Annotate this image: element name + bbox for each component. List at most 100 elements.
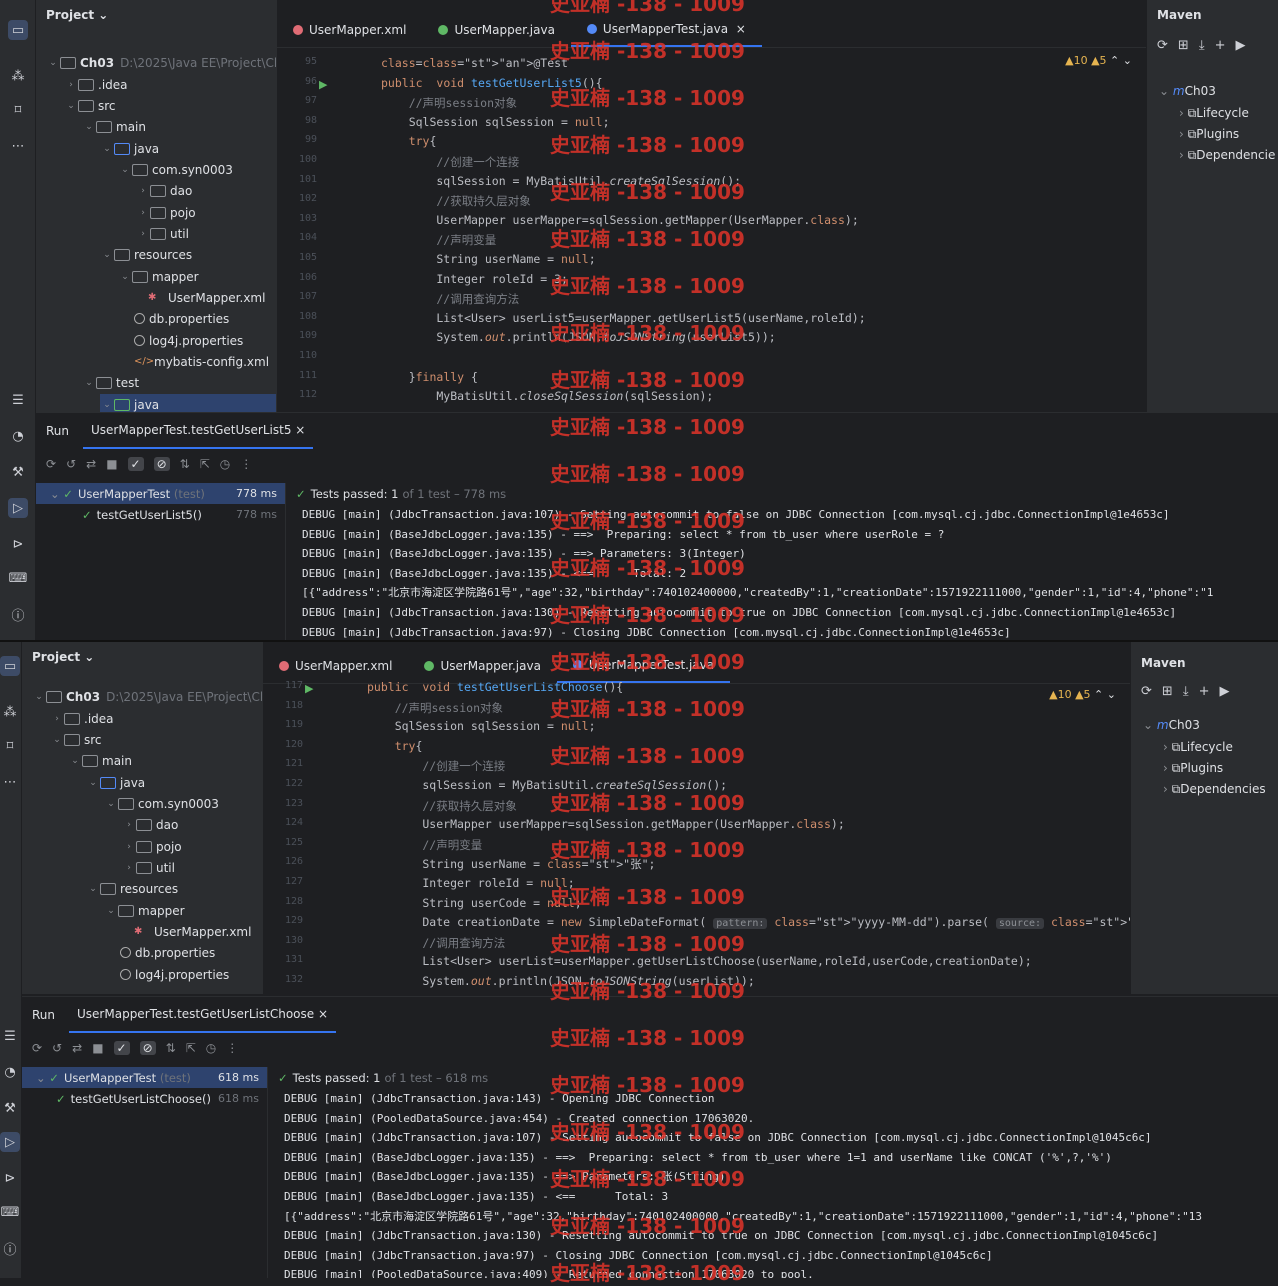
toggle-auto-test-icon[interactable]: ⇄: [72, 1041, 82, 1055]
tree-item-src[interactable]: ⌄ src: [64, 95, 115, 116]
download-icon[interactable]: ⤓: [1183, 684, 1189, 699]
tree-item-resources[interactable]: ⌄ resources: [86, 878, 178, 899]
test-suite-row[interactable]: ⌄ ✓ UserMapperTest (test) 618 ms: [22, 1067, 267, 1088]
maven-project-ch03[interactable]: ⌄ mCh03: [1143, 718, 1200, 732]
maven-dependencies[interactable]: › ⧉Dependencie: [1179, 148, 1275, 163]
tree-item-usermapper-xml[interactable]: ✱ UserMapper.xml: [134, 921, 251, 942]
folder-icon[interactable]: ▭: [8, 20, 28, 40]
tree-item-mybatis-config[interactable]: </> mybatis-config.xml: [134, 351, 269, 372]
code-line[interactable]: class=class="st">"an">@Test: [381, 56, 568, 70]
code-line[interactable]: List<User> userList=userMapper.getUserLi…: [367, 954, 1031, 968]
tree-item-test[interactable]: ⌄ test: [82, 372, 139, 393]
profiler-icon[interactable]: ◔: [0, 1062, 20, 1082]
code-line[interactable]: SqlSession sqlSession = null;: [367, 719, 596, 733]
tree-item-usermapper-xml[interactable]: ✱ UserMapper.xml: [148, 287, 265, 308]
collapse-icon[interactable]: ⇱: [200, 457, 210, 471]
code-line[interactable]: //声明变量: [367, 837, 482, 853]
code-line[interactable]: //声明session对象: [381, 95, 517, 111]
maven-lifecycle[interactable]: › ⧉Lifecycle: [1163, 740, 1233, 755]
show-passed-icon[interactable]: ✓: [127, 457, 144, 471]
stop-icon[interactable]: ■: [106, 457, 117, 471]
code-line[interactable]: String userCode = null;: [367, 896, 581, 910]
tree-item-idea[interactable]: › .idea: [64, 74, 127, 95]
tree-item-idea[interactable]: › .idea: [50, 708, 113, 729]
tree-item-mapper[interactable]: ⌄ mapper: [104, 900, 184, 921]
maven-lifecycle[interactable]: › ⧉Lifecycle: [1179, 106, 1249, 121]
code-line[interactable]: Integer roleId = null;: [367, 876, 574, 890]
tree-item-ch03[interactable]: ⌄ Ch03 D:\2025\Java EE\Project\Ch: [46, 52, 276, 73]
code-line[interactable]: String userName = null;: [381, 252, 595, 266]
terminal-icon[interactable]: ⌨: [0, 1202, 20, 1222]
more-icon[interactable]: ⋯: [8, 136, 28, 156]
show-passed-icon[interactable]: ✓: [113, 1041, 130, 1055]
tree-item-java[interactable]: ⌄ java: [86, 772, 145, 793]
run-icon[interactable]: ▶: [1235, 38, 1245, 53]
maven-dependencies[interactable]: › ⧉Dependencies: [1163, 782, 1266, 797]
tree-item-package[interactable]: ⌄ com.syn0003: [118, 159, 233, 180]
test-suite-row[interactable]: ⌄ ✓ UserMapperTest (test) 778 ms: [36, 483, 285, 504]
build-icon[interactable]: ⚒: [0, 1098, 20, 1118]
inspection-widget[interactable]: ▲10 ▲5 ⌃ ⌄: [1065, 54, 1132, 67]
rerun-failed-icon[interactable]: ↺: [52, 1041, 62, 1055]
tree-item-package[interactable]: ⌄ com.syn0003: [104, 793, 219, 814]
more-icon[interactable]: ⋯: [0, 772, 20, 792]
code-line[interactable]: //调用查询方法: [381, 291, 519, 307]
generate-icon[interactable]: ⊞: [1162, 684, 1173, 699]
more-icon[interactable]: ⋮: [226, 1041, 238, 1055]
test-case-row[interactable]: ✓ testGetUserListChoose() 618 ms: [22, 1088, 267, 1109]
code-line[interactable]: }finally {: [381, 370, 478, 384]
run-icon[interactable]: ▷: [0, 1132, 20, 1152]
tree-item-test-java[interactable]: ⌄ java: [100, 394, 276, 412]
tab-usermappertest-java[interactable]: UserMapperTest.java: [556, 649, 731, 683]
tab-usermapper-java[interactable]: UserMapper.java: [422, 13, 570, 47]
code-line[interactable]: System.out.println(JSON.toJSONString(use…: [381, 330, 775, 344]
tree-item-pojo[interactable]: › pojo: [136, 202, 195, 223]
code-line[interactable]: public void testGetUserListChoose(){: [367, 680, 623, 694]
tree-item-main[interactable]: ⌄ main: [68, 750, 132, 771]
close-icon[interactable]: ×: [295, 423, 305, 437]
tree-item-log4j-properties[interactable]: log4j.properties: [120, 964, 229, 985]
project-header[interactable]: Project ⌄: [36, 0, 276, 30]
tree-item-db-properties[interactable]: db.properties: [134, 308, 229, 329]
history-icon[interactable]: ◷: [220, 457, 230, 471]
toggle-auto-test-icon[interactable]: ⇄: [86, 457, 96, 471]
tree-item-util[interactable]: › util: [136, 223, 189, 244]
tree-item-ch03[interactable]: ⌄ Ch03 D:\2025\Java EE\Project\Ch: [32, 686, 262, 707]
tab-usermapper-xml[interactable]: UserMapper.xml: [277, 13, 422, 47]
code-line[interactable]: List<User> userList5=userMapper.getUserL…: [381, 311, 865, 325]
stop-icon[interactable]: ■: [92, 1041, 103, 1055]
tree-item-util[interactable]: › util: [122, 857, 175, 878]
tree-item-src[interactable]: ⌄ src: [50, 729, 101, 750]
code-line[interactable]: //创建一个连接: [367, 758, 505, 774]
code-line[interactable]: sqlSession = MyBatisUtil.createSqlSessio…: [367, 778, 727, 792]
profiler-icon[interactable]: ◔: [8, 426, 28, 446]
code-line[interactable]: //调用查询方法: [367, 935, 505, 951]
tab-usermapper-java[interactable]: UserMapper.java: [408, 649, 556, 683]
run-icon[interactable]: ▶: [1219, 684, 1229, 699]
todo-icon[interactable]: ☰: [0, 1026, 20, 1046]
tree-item-main[interactable]: ⌄ main: [82, 116, 146, 137]
reload-icon[interactable]: ⟳: [1157, 38, 1168, 53]
code-line[interactable]: UserMapper userMapper=sqlSession.getMapp…: [367, 817, 844, 831]
code-line[interactable]: String userName = class="st">"张";: [367, 856, 655, 872]
tab-usermapper-xml[interactable]: UserMapper.xml: [263, 649, 408, 683]
run-tab[interactable]: UserMapperTest.testGetUserListChoose ×: [69, 997, 337, 1033]
code-line[interactable]: //获取持久层对象: [367, 798, 516, 814]
maven-plugins[interactable]: › ⧉Plugins: [1163, 761, 1223, 776]
maven-plugins[interactable]: › ⧉Plugins: [1179, 127, 1239, 142]
generate-icon[interactable]: ⊞: [1178, 38, 1189, 53]
tab-usermappertest-java[interactable]: UserMapperTest.java ×: [570, 13, 762, 47]
run-test-gutter-icon[interactable]: ▶: [319, 78, 327, 91]
code-editor[interactable]: UserMapper.xml UserMapper.java UserMappe…: [276, 0, 1146, 412]
services-icon[interactable]: ⊳: [8, 534, 28, 554]
tree-item-mapper[interactable]: ⌄ mapper: [118, 266, 198, 287]
run-tab[interactable]: UserMapperTest.testGetUserList5 ×: [83, 413, 314, 449]
code-line[interactable]: MyBatisUtil.closeSqlSession(sqlSession);: [381, 389, 713, 403]
services-icon[interactable]: ⊳: [0, 1168, 20, 1188]
folder-icon[interactable]: ▭: [0, 656, 20, 676]
code-line[interactable]: UserMapper userMapper=sqlSession.getMapp…: [381, 213, 858, 227]
console-area[interactable]: ✓ Tests passed: 1 of 1 test – 778 ms DEBUG…: [286, 483, 1278, 640]
code-line[interactable]: sqlSession = MyBatisUtil.createSqlSessio…: [381, 174, 741, 188]
terminal-icon[interactable]: ⌨: [8, 568, 28, 588]
show-ignored-icon[interactable]: ⊘: [139, 1041, 156, 1055]
